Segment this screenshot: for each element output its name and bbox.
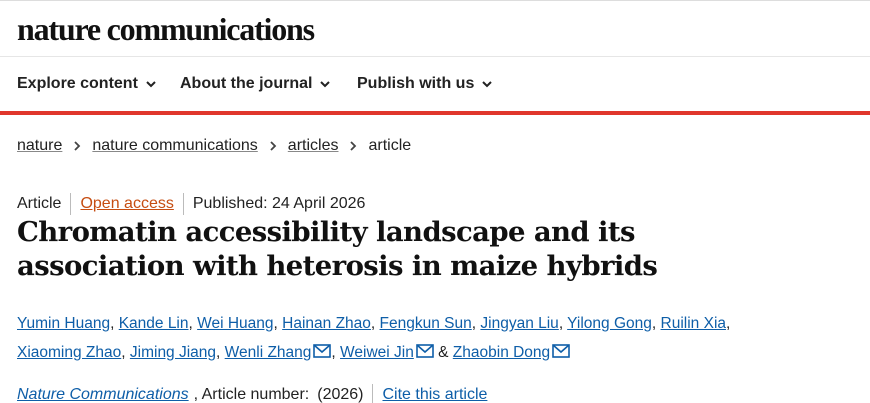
open-access-link[interactable]: Open access <box>80 195 173 213</box>
main-nav: Explore content About the journal Publis… <box>0 56 870 114</box>
meta-divider <box>70 193 72 215</box>
citation-divider <box>372 384 374 403</box>
email-icon[interactable] <box>416 344 434 358</box>
site-header: nature communications <box>0 0 870 56</box>
author-link[interactable]: Jiming Jiang <box>130 344 216 361</box>
article-type: Article <box>17 195 62 212</box>
nav-publish-with-us[interactable]: Publish with us <box>357 75 493 93</box>
author-link[interactable]: Weiwei Jin <box>340 344 414 361</box>
citation-line: Nature Communications , Article number: … <box>17 384 487 403</box>
nav-item-label: Publish with us <box>357 75 475 92</box>
chevron-down-icon <box>146 81 156 88</box>
nav-about-journal[interactable]: About the journal <box>180 75 331 93</box>
author-list: Yumin Huang, Kande Lin, Wei Huang, Haina… <box>17 315 731 361</box>
author-link[interactable]: Wenli Zhang <box>225 344 312 361</box>
chevron-right-icon <box>74 141 81 151</box>
breadcrumb-link-nature-communications[interactable]: nature communications <box>92 137 257 155</box>
article-meta: Article Open access Published: 24 April … <box>17 193 365 215</box>
author-link[interactable]: Wei Huang <box>197 315 273 332</box>
author-link[interactable]: Yilong Gong <box>567 315 652 332</box>
nav-item-label: Explore content <box>17 75 138 92</box>
chevron-down-icon <box>482 81 493 88</box>
author-ampersand: & <box>438 344 449 361</box>
author-link[interactable]: Zhaobin Dong <box>453 344 550 361</box>
chevron-right-icon <box>270 141 277 151</box>
journal-link[interactable]: Nature Communications <box>17 386 189 403</box>
meta-divider <box>182 193 184 215</box>
published-date: Published: 24 April 2026 <box>192 195 366 212</box>
site-logo[interactable]: nature communications <box>17 9 315 49</box>
breadcrumb-link-articles[interactable]: articles <box>288 137 339 155</box>
author-link[interactable]: Yumin Huang <box>17 315 110 332</box>
nav-accent-bar <box>0 111 870 115</box>
nav-item-label: About the journal <box>180 75 313 92</box>
nav-explore-content[interactable]: Explore content <box>17 75 157 93</box>
author-link[interactable]: Fengkun Sun <box>380 315 472 332</box>
email-icon[interactable] <box>313 344 332 358</box>
article-number-label: , Article number: <box>193 386 310 403</box>
author-link[interactable]: Jingyan Liu <box>480 315 558 332</box>
breadcrumb-link-nature[interactable]: nature <box>17 137 62 155</box>
author-link[interactable]: Hainan Zhao <box>282 315 371 332</box>
article-title: Chromatin accessibility landscape and it… <box>17 216 658 282</box>
chevron-right-icon <box>350 141 357 151</box>
cite-article-link[interactable]: Cite this article <box>382 386 487 403</box>
email-icon[interactable] <box>552 344 570 358</box>
author-link[interactable]: Ruilin Xia <box>661 315 726 332</box>
breadcrumb-current: article <box>368 137 412 154</box>
author-link[interactable]: Kande Lin <box>119 315 189 332</box>
author-link[interactable]: Xiaoming Zhao <box>17 344 121 361</box>
breadcrumb: nature nature communications articles ar… <box>17 137 411 155</box>
chevron-down-icon <box>320 81 331 88</box>
article-year: (2026) <box>317 386 364 403</box>
